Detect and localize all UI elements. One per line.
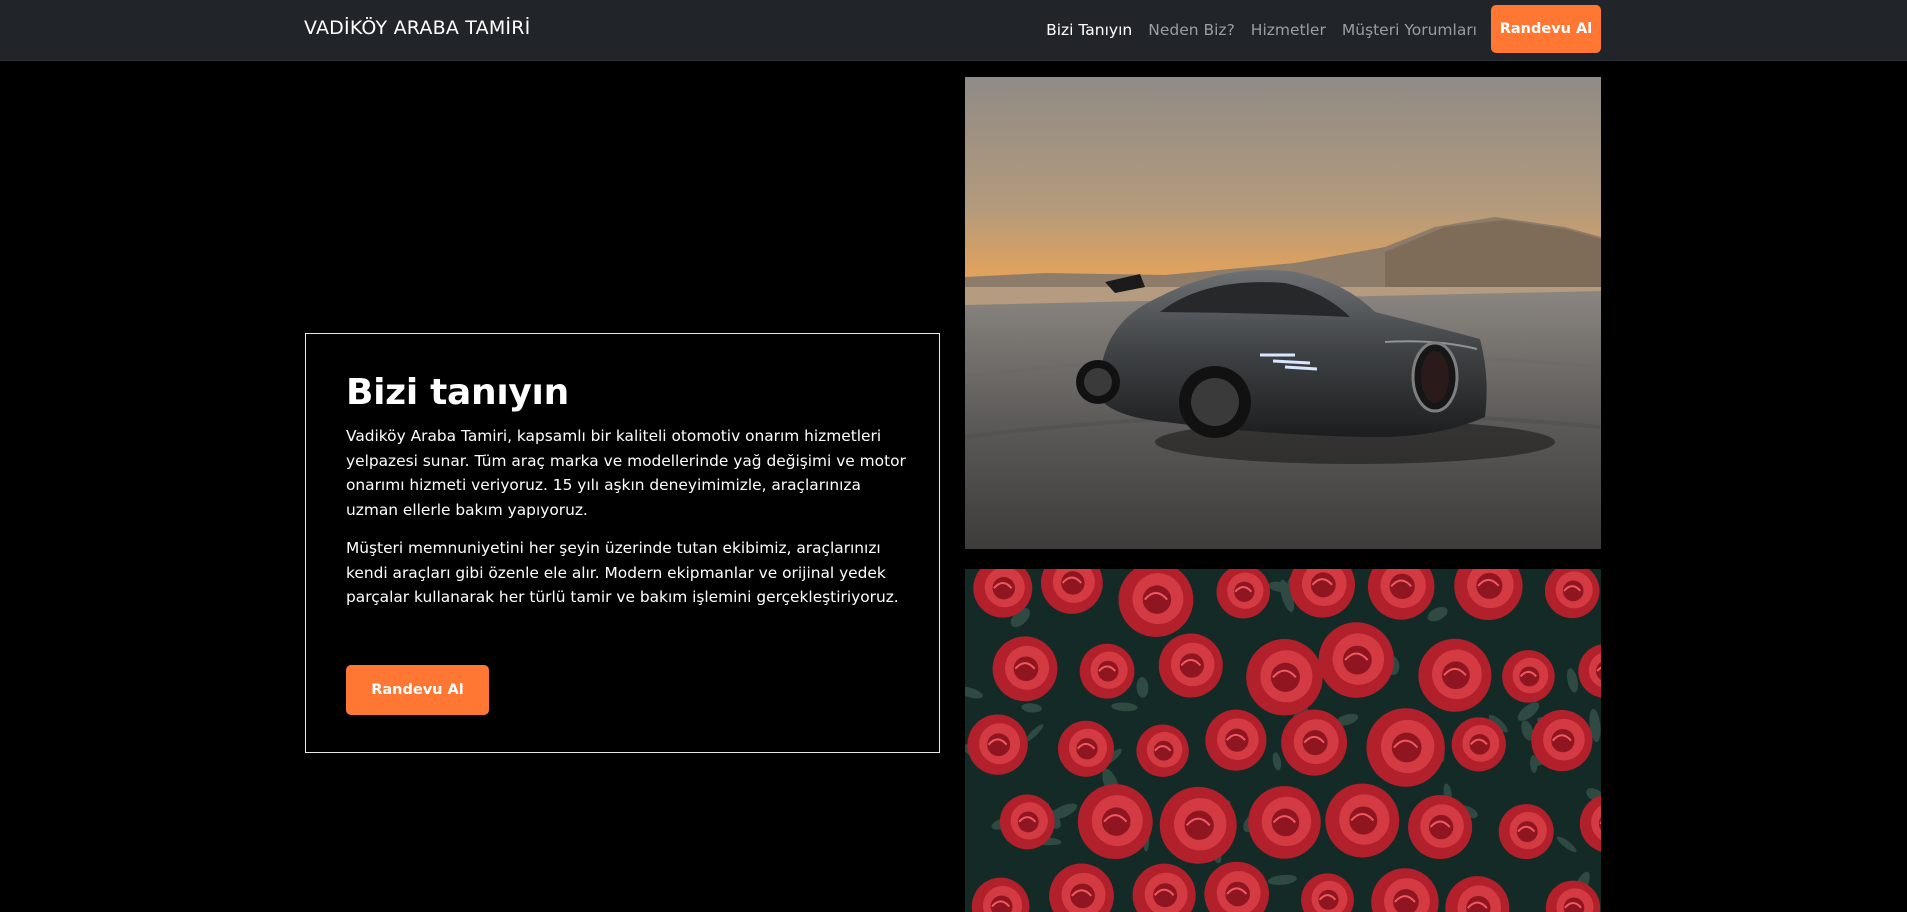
nav-link-hizmetler[interactable]: Hizmetler [1251,21,1326,39]
about-section: Bizi tanıyın Vadiköy Araba Tamiri, kapsa… [305,333,940,753]
appointment-button-nav[interactable]: Randevu Al [1491,5,1601,53]
nav-menu: Bizi Tanıyın Neden Biz? Hizmetler Müşter… [1046,0,1477,60]
about-paragraph-1: Vadiköy Araba Tamiri, kapsamlı bir kalit… [346,427,906,519]
about-paragraph-2: Müşteri memnuniyetini her şeyin üzerinde… [346,539,899,606]
nav-link-musteri-yorumlari[interactable]: Müşteri Yorumları [1342,21,1477,39]
sports-car-image [965,77,1601,549]
brand-logo[interactable]: VADİKÖY ARABA TAMİRİ [304,0,530,60]
nav-link-bizi-taniyin[interactable]: Bizi Tanıyın [1046,21,1132,39]
nav-link-neden-biz[interactable]: Neden Biz? [1148,21,1235,39]
about-title: Bizi tanıyın [346,372,569,413]
roses-image [965,569,1601,912]
navbar: VADİKÖY ARABA TAMİRİ Bizi Tanıyın Neden … [0,0,1907,61]
appointment-button[interactable]: Randevu Al [346,665,489,715]
